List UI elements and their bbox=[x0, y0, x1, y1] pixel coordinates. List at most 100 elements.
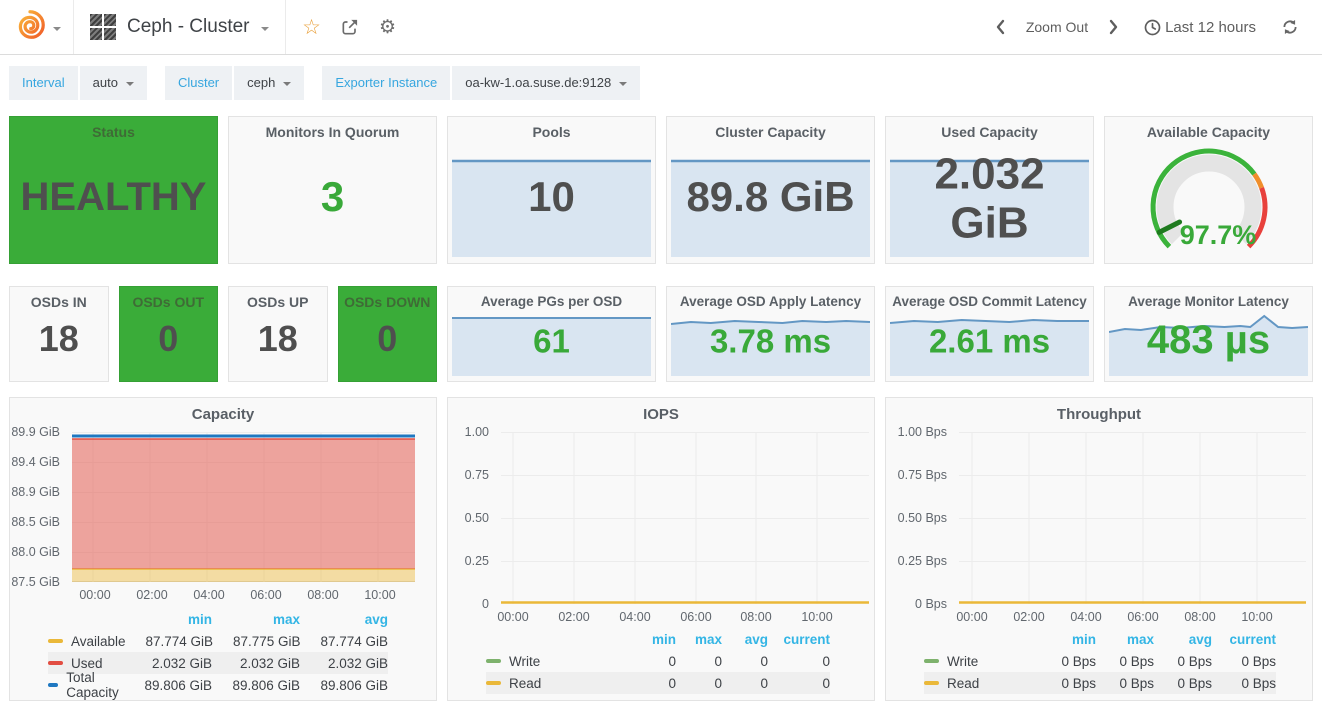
panel-title[interactable]: Capacity bbox=[10, 398, 436, 423]
panel-osds-up: OSDs UP 18 bbox=[228, 286, 328, 382]
osds-up-value: 18 bbox=[233, 320, 323, 358]
panel-title[interactable]: Average OSD Apply Latency bbox=[667, 287, 874, 309]
panel-title[interactable]: Used Capacity bbox=[886, 117, 1093, 140]
legend-row: Write 0 0 0 0 bbox=[486, 650, 830, 672]
panel-title[interactable]: Monitors In Quorum bbox=[229, 117, 436, 140]
panel-cluster-capacity: Cluster Capacity 89.8 GiB bbox=[666, 116, 875, 264]
dashboard-icon bbox=[90, 14, 116, 40]
grafana-menu-button[interactable] bbox=[0, 0, 74, 54]
chevron-down-icon bbox=[283, 82, 291, 90]
panel-average-pgs-per-osd: Average PGs per OSD 61 bbox=[447, 286, 656, 382]
refresh-button[interactable] bbox=[1272, 8, 1308, 46]
capacity-plot bbox=[72, 432, 415, 582]
osd-commit-latency-value: 2.61 ms bbox=[890, 324, 1089, 359]
legend-series-total-capacity[interactable]: Total Capacity bbox=[48, 670, 124, 700]
variable-cluster-dropdown[interactable]: ceph bbox=[234, 66, 304, 100]
legend: min max avg current Write 0 Bps 0 Bps 0 … bbox=[924, 628, 1276, 694]
legend: min max avg current Write 0 0 0 0 Read 0… bbox=[486, 628, 830, 694]
panel-osds-down: OSDs DOWN 0 bbox=[338, 286, 438, 382]
variable-exporter-instance-dropdown[interactable]: oa-kw-1.oa.suse.de:9128 bbox=[452, 66, 640, 100]
legend-series-read[interactable]: Read bbox=[486, 676, 630, 691]
series-swatch bbox=[486, 659, 501, 663]
panel-pools: Pools 10 bbox=[447, 116, 656, 264]
panel-title[interactable]: Available Capacity bbox=[1105, 117, 1312, 140]
used-capacity-value: 2.032 GiB bbox=[912, 149, 1067, 248]
available-capacity-value: 97.7% bbox=[1179, 220, 1256, 250]
panel-title[interactable]: Average PGs per OSD bbox=[448, 287, 655, 309]
variable-interval-label: Interval bbox=[9, 66, 78, 100]
star-icon: ☆ bbox=[302, 17, 321, 38]
panel-title[interactable]: Cluster Capacity bbox=[667, 117, 874, 140]
panel-title[interactable]: OSDs UP bbox=[229, 287, 327, 310]
share-button[interactable] bbox=[332, 8, 368, 46]
panel-capacity-graph: Capacity 89.9 GiB 89.4 GiB 88.9 GiB 88.5… bbox=[9, 397, 437, 701]
legend-series-read[interactable]: Read bbox=[924, 676, 1038, 691]
osds-out-value: 0 bbox=[124, 320, 214, 358]
time-controls: Zoom Out Last 12 hours bbox=[982, 0, 1322, 54]
legend-series-available[interactable]: Available bbox=[48, 634, 126, 649]
legend-header: min max avg bbox=[48, 608, 388, 630]
legend-row: Available 87.774 GiB 87.775 GiB 87.774 G… bbox=[48, 630, 388, 652]
page-title: Ceph - Cluster bbox=[127, 16, 250, 38]
panel-title[interactable]: OSDs IN bbox=[10, 287, 108, 310]
star-button[interactable]: ☆ bbox=[294, 8, 330, 46]
panel-title[interactable]: Throughput bbox=[886, 398, 1312, 423]
series-swatch bbox=[924, 659, 939, 663]
status-value: HEALTHY bbox=[14, 176, 213, 218]
variables-bar: Interval auto Cluster ceph Exporter Inst… bbox=[0, 55, 1322, 110]
panel-average-osd-commit-latency: Average OSD Commit Latency 2.61 ms bbox=[885, 286, 1094, 382]
chevron-down-icon bbox=[126, 82, 134, 90]
osds-in-value: 18 bbox=[14, 320, 104, 358]
chevron-right-icon bbox=[1109, 19, 1119, 35]
panel-title[interactable]: OSDs OUT bbox=[120, 287, 218, 310]
clock-icon bbox=[1144, 19, 1161, 36]
time-range-label: Last 12 hours bbox=[1165, 19, 1256, 36]
panel-throughput-graph: Throughput 1.00 Bps 0.75 Bps 0.50 Bps 0.… bbox=[885, 397, 1313, 701]
panel-osds-in: OSDs IN 18 bbox=[9, 286, 109, 382]
panel-title[interactable]: Status bbox=[10, 117, 217, 140]
time-shift-back-button[interactable] bbox=[982, 8, 1018, 46]
panel-title[interactable]: IOPS bbox=[448, 398, 874, 423]
variable-exporter-instance: Exporter Instance oa-kw-1.oa.suse.de:912… bbox=[322, 66, 640, 100]
grafana-logo-icon bbox=[13, 8, 47, 47]
panel-title[interactable]: Average Monitor Latency bbox=[1105, 287, 1312, 309]
time-shift-forward-button[interactable] bbox=[1096, 8, 1132, 46]
osds-down-value: 0 bbox=[343, 320, 433, 358]
variable-interval-dropdown[interactable]: auto bbox=[80, 66, 147, 100]
time-range-picker[interactable]: Last 12 hours bbox=[1144, 19, 1256, 36]
panel-used-capacity: Used Capacity 2.032 GiB bbox=[885, 116, 1094, 264]
share-icon bbox=[340, 17, 360, 37]
refresh-icon bbox=[1281, 18, 1299, 36]
panel-available-capacity: Available Capacity 97.7% bbox=[1104, 116, 1313, 264]
gear-icon: ⚙ bbox=[379, 18, 396, 37]
variable-cluster: Cluster ceph bbox=[165, 66, 304, 100]
monitor-latency-value: 483 µs bbox=[1109, 319, 1308, 361]
settings-button[interactable]: ⚙ bbox=[370, 8, 406, 46]
legend-header: min max avg current bbox=[924, 628, 1276, 650]
chevron-left-icon bbox=[995, 19, 1005, 35]
legend-row: Total Capacity 89.806 GiB 89.806 GiB 89.… bbox=[48, 674, 388, 696]
panel-title[interactable]: Pools bbox=[448, 117, 655, 140]
pools-value: 10 bbox=[452, 175, 651, 219]
dashboard-title-button[interactable]: Ceph - Cluster bbox=[74, 0, 286, 54]
chevron-down-icon bbox=[619, 82, 627, 90]
navbar: Ceph - Cluster ☆ ⚙ Zoom Out Last 12 hour… bbox=[0, 0, 1322, 55]
dashboard-grid: Status HEALTHY Monitors In Quorum 3 Pool… bbox=[0, 110, 1322, 701]
series-swatch bbox=[48, 683, 58, 687]
dashboard-actions: ☆ ⚙ bbox=[286, 0, 414, 54]
panel-title[interactable]: Average OSD Commit Latency bbox=[886, 287, 1093, 309]
variable-cluster-label: Cluster bbox=[165, 66, 232, 100]
legend-series-write[interactable]: Write bbox=[486, 654, 630, 669]
panel-average-monitor-latency: Average Monitor Latency 483 µs bbox=[1104, 286, 1313, 382]
legend-series-write[interactable]: Write bbox=[924, 654, 1038, 669]
zoom-out-button[interactable]: Zoom Out bbox=[1020, 19, 1094, 35]
series-swatch bbox=[924, 681, 939, 685]
gauge: 97.7% bbox=[1134, 145, 1284, 262]
chevron-down-icon bbox=[261, 27, 269, 35]
legend-series-used[interactable]: Used bbox=[48, 656, 124, 671]
panel-osds-out: OSDs OUT 0 bbox=[119, 286, 219, 382]
throughput-plot bbox=[959, 432, 1306, 604]
panel-average-osd-apply-latency: Average OSD Apply Latency 3.78 ms bbox=[666, 286, 875, 382]
panel-title[interactable]: OSDs DOWN bbox=[339, 287, 437, 310]
legend-row: Read 0 0 0 0 bbox=[486, 672, 830, 694]
